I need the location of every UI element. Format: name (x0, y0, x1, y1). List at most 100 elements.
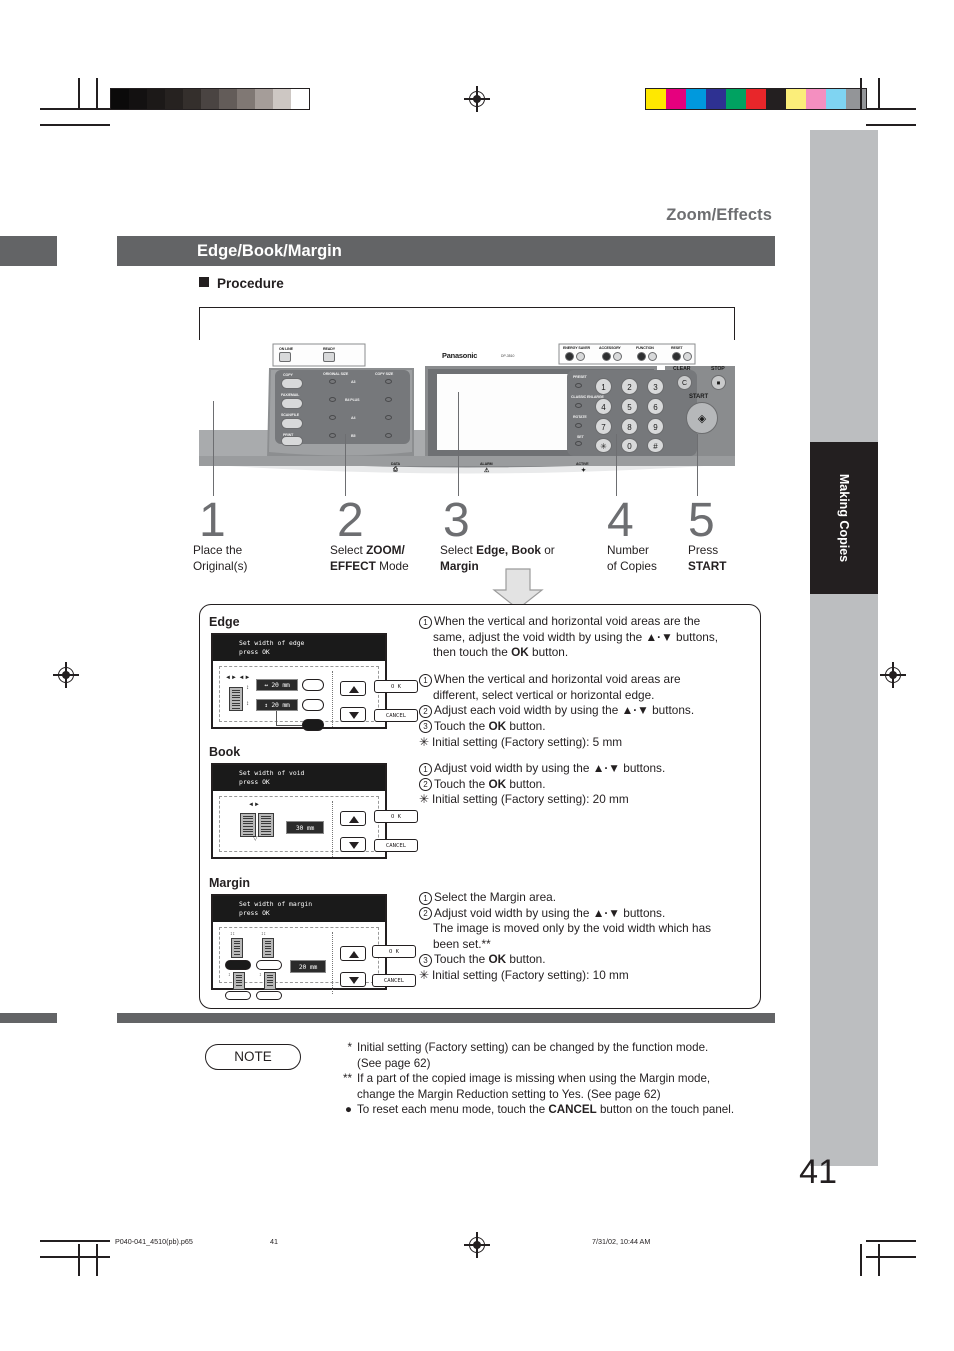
footer-timestamp: 7/31/02, 10:44 AM (592, 1237, 651, 1246)
panel-led-preset (575, 383, 582, 388)
panel-keypad-2[interactable]: 2 (621, 378, 638, 395)
panel-model: DP-3510 (501, 354, 515, 358)
edge-down-button[interactable] (340, 707, 366, 722)
step-number-3: 3 (443, 494, 470, 547)
panel-keypad-5[interactable]: 5 (621, 398, 638, 415)
lcd-margin-header-line2: press OK (239, 908, 270, 917)
panel-keypad-6[interactable]: 6 (647, 398, 664, 415)
crop-mark-top-left-h2 (40, 124, 110, 126)
grayscale-calibration-strip (110, 88, 310, 110)
panel-key-energy-saver[interactable] (565, 352, 574, 361)
step-caption-3-prefix: Select (440, 543, 477, 557)
panel-keypad-8[interactable]: 8 (621, 418, 638, 435)
edge-select-horizontal[interactable] (302, 679, 324, 691)
lcd-margin-body: ↕↕ ↕↕ ↕ ↕ 20 mm O K CANCEL (219, 927, 416, 1000)
margin-instr-3a: Touch the (434, 952, 489, 967)
margin-up-button[interactable] (340, 946, 366, 961)
panel-size-row-3: A4 (351, 416, 356, 420)
book-ok-button[interactable]: O K (374, 810, 418, 823)
margin-mark-tl: ↕↕ (230, 931, 235, 937)
margin-value: 20 mm (290, 960, 326, 973)
margin-select-bottom-left[interactable] (225, 991, 251, 1000)
margin-select-bottom-right[interactable] (256, 991, 282, 1000)
color-patch-9 (826, 89, 846, 109)
edge-ok-button[interactable]: O K (374, 680, 418, 693)
lcd-book-header-line1: Set width of void (239, 769, 305, 777)
margin-instr-2a: Adjust void width by using the (434, 905, 593, 920)
group-title-margin: Margin (209, 876, 250, 890)
margin-select-top-left[interactable] (225, 960, 251, 970)
step-caption-2-bold2: EFFECT (330, 558, 376, 573)
running-head: Zoom/Effects (666, 206, 772, 224)
crop-mark-bottom-right-h2 (866, 1256, 916, 1258)
note-label: NOTE (234, 1049, 272, 1064)
gray-patch-0 (111, 89, 129, 109)
step-number-4: 4 (607, 494, 634, 547)
margin-ok-button[interactable]: O K (372, 945, 416, 958)
panel-key-fax[interactable] (281, 398, 303, 409)
panel-keypad-9[interactable]: 9 (647, 418, 664, 435)
panel-keypad-hash[interactable]: # (647, 438, 664, 453)
edge-up-button[interactable] (340, 681, 366, 696)
arrows-up-down-icon-4: ▲·▼ (592, 905, 620, 920)
panel-led-copy-1 (385, 379, 392, 384)
book-instructions-block: 1 Adjust void width by using the ▲·▼ butt… (419, 761, 759, 808)
panel-key-online (279, 352, 291, 362)
panel-key-scan[interactable] (281, 418, 303, 429)
step-caption-4-line1: Number (607, 543, 649, 557)
panel-label-reset: RESET (671, 346, 683, 350)
panel-led-copy-2 (385, 397, 392, 402)
arrows-up-down-icon-3: ▲·▼ (592, 761, 620, 775)
step-number-5: 5 (688, 494, 715, 547)
panel-key-start[interactable]: ◈ (686, 402, 718, 434)
edge-select-vertical[interactable] (302, 699, 324, 711)
panel-led-orig-2 (329, 397, 336, 402)
margin-down-button[interactable] (340, 972, 366, 987)
note-item-2-text1: If a part of the copied image is missing… (357, 1072, 711, 1086)
panel-key-reset[interactable] (672, 352, 681, 361)
crop-mark-top-left-h (40, 108, 110, 110)
panel-keypad-3[interactable]: 3 (647, 378, 664, 395)
lcd-margin-header: Set width of margin press OK (213, 896, 385, 922)
edge-instr-1-line2a: same, adjust the void width by using the (433, 629, 646, 644)
margin-select-top-right[interactable] (256, 960, 282, 970)
panel-indicator-data-icon: ⎙ (393, 467, 398, 473)
section-title-band: Edge/Book/Margin (117, 236, 775, 266)
edge-vertical-mark-2: ↕ (246, 701, 249, 707)
panel-key-function[interactable] (637, 352, 646, 361)
margin-icon-top-right (262, 938, 274, 958)
edge-instr-1-line1: When the vertical and horizontal void ar… (434, 614, 701, 628)
registration-mark-bottom (464, 1232, 490, 1258)
margin-cancel-button[interactable]: CANCEL (372, 974, 416, 987)
panel-key-stop[interactable]: ⏹ (711, 375, 726, 390)
color-calibration-strip (645, 88, 867, 110)
panel-keypad-7[interactable]: 7 (595, 418, 612, 435)
step-caption-4-line2: of Copies (607, 558, 657, 573)
edge-cancel-button[interactable]: CANCEL (374, 709, 418, 722)
book-center-mark: ▽ (253, 836, 258, 842)
book-up-button[interactable] (340, 811, 366, 826)
panel-label-copy: COPY (283, 373, 293, 377)
panel-keypad-4[interactable]: 4 (595, 398, 612, 415)
color-patch-7 (786, 89, 806, 109)
panel-key-copy[interactable] (281, 378, 303, 389)
edge-instr-2-line1: When the vertical and horizontal void ar… (434, 672, 681, 686)
book-instr-2a: Touch the (434, 776, 489, 791)
panel-key-print[interactable] (281, 436, 303, 446)
note-item-1-line2: (See page 62) (357, 1056, 431, 1070)
panel-key-clear[interactable]: C (677, 375, 692, 390)
book-cancel-button[interactable]: CANCEL (374, 839, 418, 852)
panel-keypad-1[interactable]: 1 (595, 378, 612, 395)
panel-key-ready (323, 352, 335, 362)
book-down-button[interactable] (340, 837, 366, 852)
margin-divider (332, 932, 333, 994)
panel-keypad-0[interactable]: 0 (621, 438, 638, 453)
panel-key-accessory[interactable] (602, 352, 611, 361)
gray-patch-1 (129, 89, 147, 109)
panel-label-fax: FAX/EMAIL (281, 393, 300, 397)
step-caption-1-line2: Original(s) (193, 558, 248, 573)
margin-step-marker-3: 3 (419, 953, 432, 967)
edge-select-both[interactable] (302, 719, 324, 731)
asterisk-marker-edge: ✳ (419, 735, 429, 749)
panel-keypad-star[interactable]: ✳ (595, 438, 612, 453)
